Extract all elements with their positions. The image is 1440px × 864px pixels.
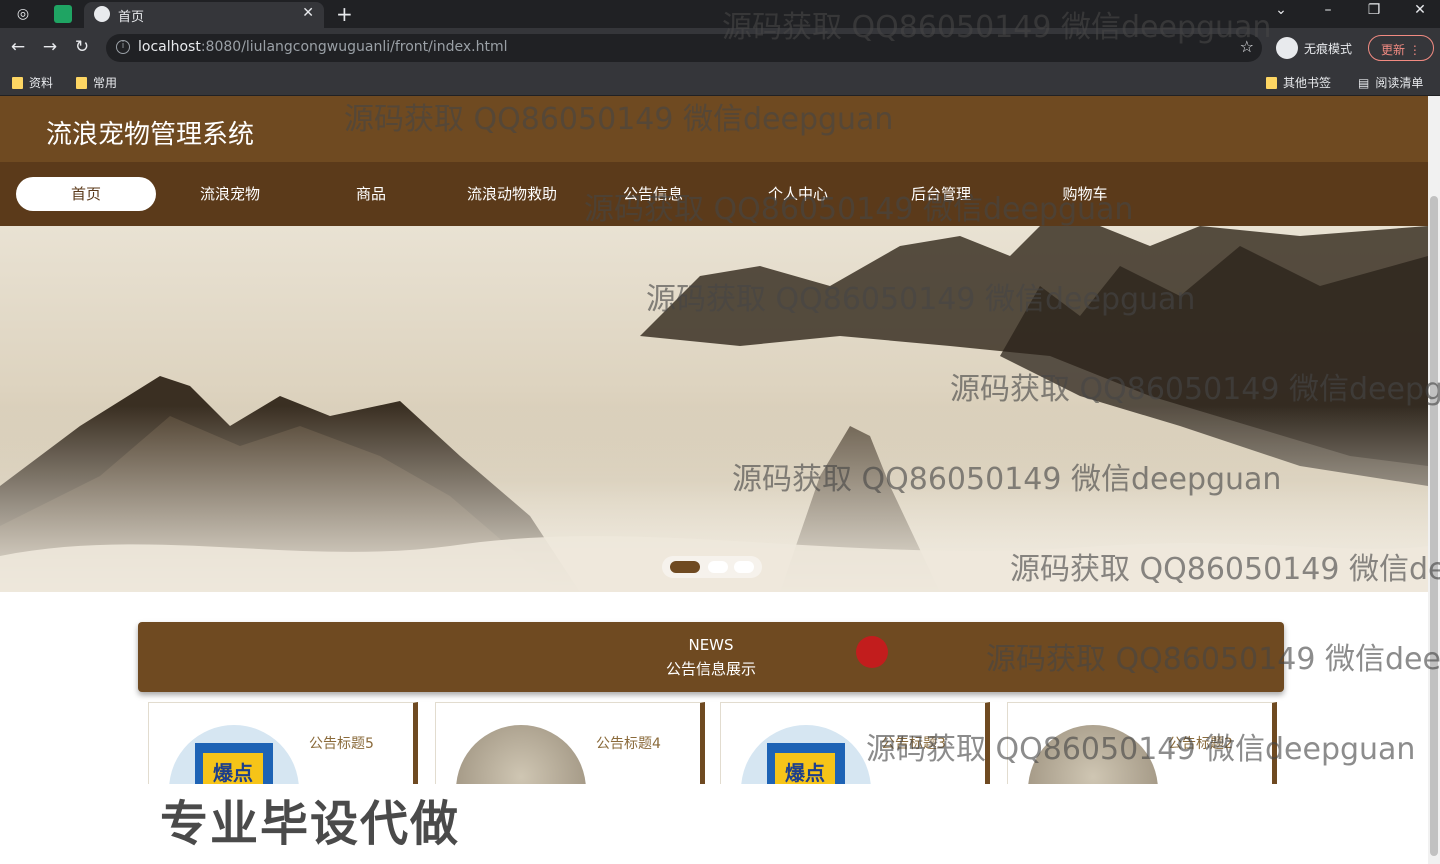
url-host: localhost xyxy=(138,39,201,55)
bookmark-label: 常用 xyxy=(93,76,118,90)
forward-icon[interactable]: → xyxy=(38,37,62,57)
tab-app-icon[interactable] xyxy=(54,5,72,23)
carousel-dot-3[interactable] xyxy=(734,561,754,573)
close-icon[interactable]: ✕ xyxy=(302,5,314,21)
page-scrollbar[interactable] xyxy=(1428,96,1440,864)
bookmarks-bar: 资料 常用 其他书签 ▤ 阅读清单 xyxy=(0,68,1440,96)
site-title: 流浪宠物管理系统 xyxy=(46,120,255,150)
watermark-text: 源码获取 QQ86050149 微信deepguan xyxy=(1010,552,1440,587)
watermark-text: 源码获取 QQ86050149 微信deepguan xyxy=(732,462,1282,497)
nav-rescue[interactable]: 流浪动物救助 xyxy=(442,177,582,211)
carousel-dot-1[interactable] xyxy=(670,561,700,573)
tab-title: 首页 xyxy=(118,10,145,25)
url-path: :8080/liulangcongwuguanli/front/index.ht… xyxy=(200,39,508,55)
url-text: localhost:8080/liulangcongwuguanli/front… xyxy=(138,39,508,55)
tab-home[interactable]: 首页 ✕ xyxy=(84,2,324,28)
back-icon[interactable]: ← xyxy=(6,37,30,57)
reading-list-label: 阅读清单 xyxy=(1375,76,1424,90)
reading-list[interactable]: ▤ 阅读清单 xyxy=(1358,74,1423,91)
watermark-text: 源码获取 QQ86050149 微信deepguan xyxy=(866,732,1416,767)
watermark-text: 源码获取 QQ86050149 微信deepguan xyxy=(584,192,1134,227)
globe-icon xyxy=(94,6,110,22)
other-bookmarks[interactable]: 其他书签 xyxy=(1266,74,1331,91)
nav-products[interactable]: 商品 xyxy=(301,177,441,211)
promo-overlay-text: 专业毕设代做 xyxy=(160,796,461,852)
tab-search-icon[interactable]: ◎ xyxy=(14,5,32,23)
incognito-indicator[interactable]: 无痕模式 xyxy=(1276,37,1352,59)
bookmark-folder-2[interactable]: 常用 xyxy=(76,74,117,91)
news-card-title: 公告标题5 xyxy=(309,736,374,752)
folder-icon xyxy=(12,76,23,89)
watermark-text: 源码获取 QQ86050149 微信deepguan xyxy=(950,372,1440,407)
reload-icon[interactable]: ↻ xyxy=(70,37,94,57)
update-button[interactable]: 更新 ⋮ xyxy=(1368,35,1434,61)
other-bookmarks-label: 其他书签 xyxy=(1283,76,1332,90)
carousel-dot-2[interactable] xyxy=(708,561,728,573)
watermark-text: 源码获取 QQ86050149 微信deepguan xyxy=(646,282,1196,317)
scrollbar-thumb[interactable] xyxy=(1430,196,1438,856)
restore-icon[interactable]: ❐ xyxy=(1359,2,1389,18)
new-tab-button[interactable]: + xyxy=(336,2,353,26)
info-icon[interactable]: i xyxy=(116,40,130,54)
nav-stray-pets[interactable]: 流浪宠物 xyxy=(160,177,300,211)
window-close-icon[interactable]: ✕ xyxy=(1405,2,1435,18)
watermark-text: 源码获取 QQ86050149 微信deepguan xyxy=(722,10,1272,45)
update-label: 更新 xyxy=(1381,43,1406,57)
incognito-icon xyxy=(1276,37,1298,59)
minimize-icon[interactable]: – xyxy=(1313,2,1343,18)
incognito-label: 无痕模式 xyxy=(1304,41,1353,56)
nav-home[interactable]: 首页 xyxy=(16,177,156,211)
folder-icon xyxy=(1266,76,1277,89)
watermark-text: 源码获取 QQ86050149 微信deepguan xyxy=(344,102,894,137)
mouse-cursor-highlight xyxy=(856,636,888,668)
watermark-text: 源码获取 QQ86050149 微信deepguan xyxy=(986,642,1440,677)
bookmark-folder-1[interactable]: 资料 xyxy=(12,74,53,91)
reading-list-icon: ▤ xyxy=(1358,75,1370,90)
folder-icon xyxy=(76,76,87,89)
news-card-title: 公告标题4 xyxy=(596,736,661,752)
bookmark-label: 资料 xyxy=(29,76,54,90)
carousel-indicators xyxy=(662,556,762,578)
